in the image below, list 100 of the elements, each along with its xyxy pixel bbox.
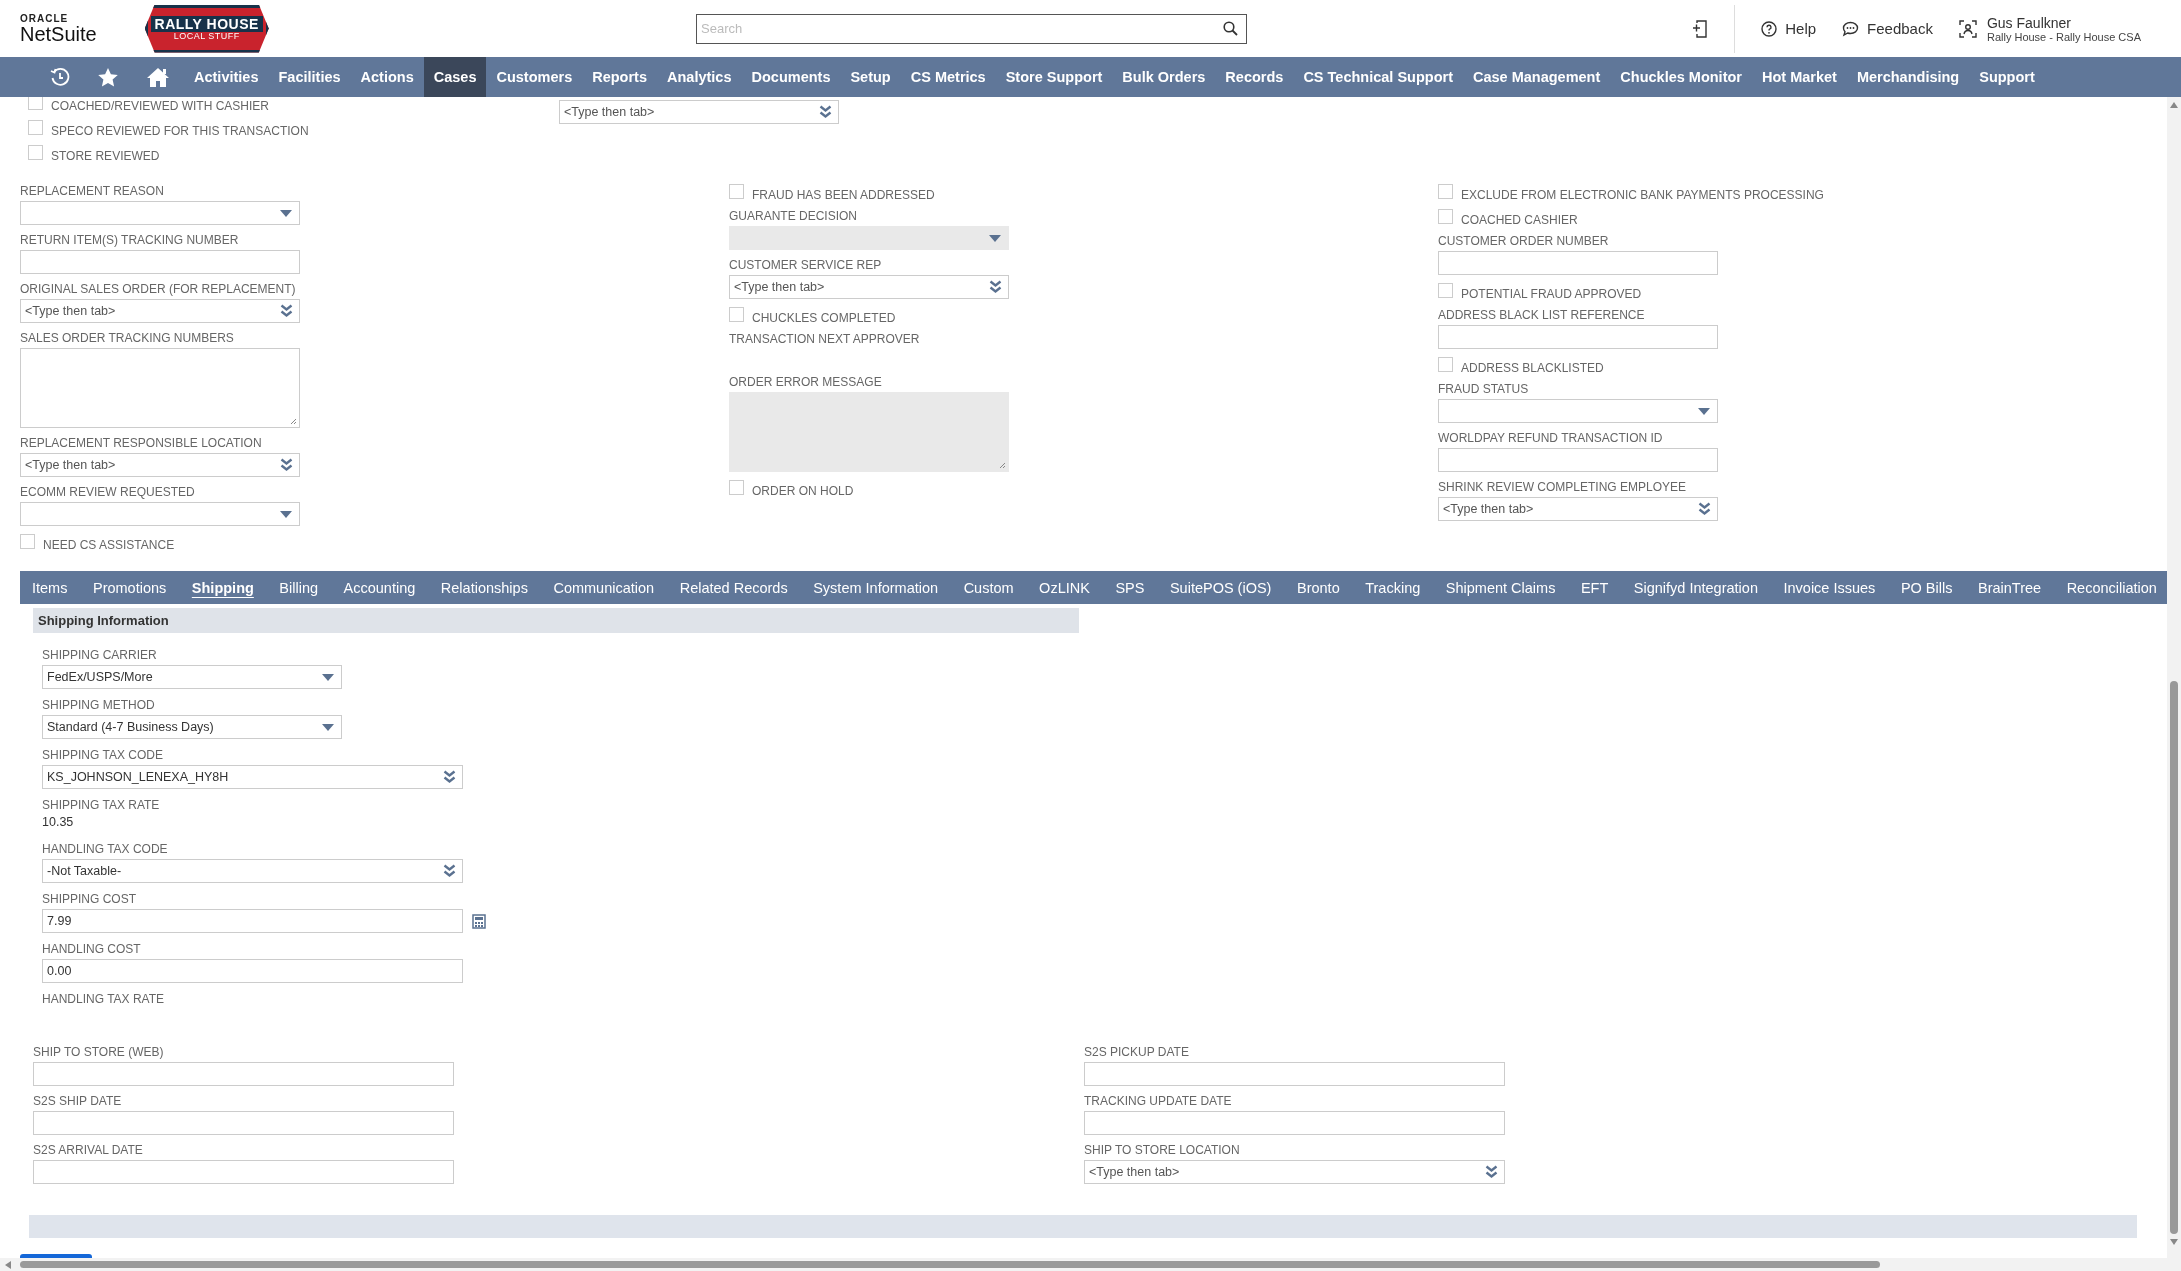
field-label: GUARANTE DECISION [729, 208, 858, 225]
nav-menu-item[interactable]: Documents [741, 57, 841, 97]
subtab[interactable]: Reconciliation [2062, 579, 2161, 596]
subtab[interactable]: Custom [959, 579, 1018, 596]
nav-menu-item[interactable]: Store Support [995, 57, 1113, 97]
lookup-field[interactable]: -Not Taxable- [42, 859, 463, 883]
field-placeholder: <Type then tab> [1443, 502, 1534, 516]
subtab[interactable]: Shipment Claims [1441, 579, 1560, 596]
lookup-field[interactable]: <Type then tab> [729, 275, 1009, 299]
checkbox-label: COACHED CASHIER [1461, 212, 1578, 227]
field-label: FRAUD STATUS [1438, 381, 1530, 398]
input-field[interactable]: 7.99 [42, 909, 463, 933]
field-label: RETURN ITEM(S) TRACKING NUMBER [20, 232, 240, 249]
field-label: SHRINK REVIEW COMPLETING EMPLOYEE [1438, 479, 1688, 496]
nav-menu-item[interactable]: Merchandising [1846, 57, 1970, 97]
field-placeholder: <Type then tab> [1089, 1165, 1180, 1179]
dropdown-field[interactable]: Standard (4-7 Business Days) [42, 715, 342, 739]
lookup-field[interactable]: KS_JOHNSON_LENEXA_HY8H [42, 765, 463, 789]
rally-house-logo[interactable]: RALLY HOUSE LOCAL STUFF [144, 4, 269, 53]
subtab[interactable]: System Information [809, 579, 943, 596]
section-header: Shipping Information [33, 608, 1079, 633]
nav-menu-item[interactable]: CS Technical Support [1293, 57, 1463, 97]
field-label: SHIP TO STORE (WEB) [33, 1044, 165, 1061]
subtab[interactable]: SuitePOS (iOS) [1165, 579, 1276, 596]
field-label: CUSTOMER ORDER NUMBER [1438, 233, 1610, 250]
field-value: 10.35 [42, 815, 75, 831]
field-label: REPLACEMENT REASON [20, 183, 165, 200]
input-field[interactable]: 0.00 [42, 959, 463, 983]
subtab[interactable]: Signifyd Integration [1629, 579, 1762, 596]
subtab[interactable]: Invoice Issues [1779, 579, 1880, 596]
checkbox-label: ADDRESS BLACKLISTED [1461, 360, 1604, 375]
nav-menu-item[interactable]: Case Management [1463, 57, 1611, 97]
nav-menu-item[interactable]: Facilities [268, 57, 351, 97]
checkbox-label: EXCLUDE FROM ELECTRONIC BANK PAYMENTS PROCESSING [1461, 187, 1824, 202]
subtab[interactable]: Billing [275, 579, 323, 596]
field-label: TRACKING UPDATE DATE [1084, 1093, 1233, 1110]
subtab[interactable]: BrainTree [1973, 579, 2046, 596]
checkbox-label: SPECO REVIEWED FOR THIS TRANSACTION [51, 123, 309, 138]
field-label: TRANSACTION NEXT APPROVER [729, 331, 921, 348]
subtab[interactable]: PO Bills [1896, 579, 1957, 596]
lookup-field[interactable]: <Type then tab> [1438, 497, 1718, 521]
field-label: CUSTOMER SERVICE REP [729, 257, 883, 274]
field-label: S2S SHIP DATE [33, 1093, 123, 1110]
field-label: SHIP TO STORE LOCATION [1084, 1142, 1241, 1159]
field-label: SHIPPING CARRIER [42, 647, 158, 664]
subtab[interactable]: SPS [1111, 579, 1149, 596]
user-name[interactable]: Gus Faulkner [1986, 14, 2141, 31]
field-label: SHIPPING METHOD [42, 697, 156, 714]
help-button[interactable]: Help [1761, 20, 1817, 37]
field-value: -Not Taxable- [47, 864, 122, 878]
field-placeholder: <Type then tab> [734, 280, 825, 294]
checkbox-label: POTENTIAL FRAUD APPROVED [1461, 286, 1642, 301]
subtab[interactable]: Promotions [88, 579, 171, 596]
checkbox-label: STORE REVIEWED [51, 148, 160, 163]
feedback-button[interactable]: Feedback [1842, 20, 1933, 37]
nav-menu-item[interactable]: Customers [486, 57, 583, 97]
field-label: ECOMM REVIEW REQUESTED [20, 484, 196, 501]
subtab[interactable]: Bronto [1292, 579, 1344, 596]
subtab[interactable]: Accounting [339, 579, 420, 596]
subtab[interactable]: Related Records [675, 579, 792, 596]
field-label: REPLACEMENT RESPONSIBLE LOCATION [20, 435, 263, 452]
nav-menu-item[interactable]: Setup [840, 57, 901, 97]
field-label: S2S ARRIVAL DATE [33, 1142, 144, 1159]
nav-menu-item[interactable]: Records [1215, 57, 1294, 97]
nav-menu-item[interactable]: Reports [582, 57, 657, 97]
user-role[interactable]: Rally House - Rally House CSA [1986, 30, 2141, 43]
checkbox-label: ORDER ON HOLD [752, 483, 854, 498]
field-value: 0.00 [47, 964, 72, 978]
field-value: Standard (4-7 Business Days) [47, 720, 214, 734]
subtab[interactable]: Shipping [187, 579, 258, 596]
nav-menu-item[interactable]: Chuckles Monitor [1610, 57, 1752, 97]
nav-menu-item[interactable]: Cases [423, 57, 487, 97]
subtab[interactable]: EFT [1576, 579, 1613, 596]
field-value: KS_JOHNSON_LENEXA_HY8H [47, 770, 229, 784]
field-label: SALES ORDER TRACKING NUMBERS [20, 330, 235, 347]
nav-menu-item[interactable]: Bulk Orders [1112, 57, 1216, 97]
field-label: ADDRESS BLACK LIST REFERENCE [1438, 307, 1646, 324]
nav-menu-item[interactable]: Analytics [657, 57, 742, 97]
nav-menu-item[interactable]: Support [1969, 57, 2045, 97]
nav-menu-item[interactable]: Actions [350, 57, 424, 97]
lookup-field[interactable]: <Type then tab> [559, 100, 839, 124]
subtab[interactable]: Relationships [436, 579, 532, 596]
lookup-field[interactable]: <Type then tab> [20, 299, 300, 323]
dropdown-field[interactable]: FedEx/USPS/More [42, 665, 342, 689]
field-value: 7.99 [47, 914, 72, 928]
lookup-field[interactable]: <Type then tab> [20, 453, 300, 477]
field-label: ORDER ERROR MESSAGE [729, 374, 883, 391]
lookup-field[interactable]: <Type then tab> [1084, 1160, 1505, 1184]
nav-menu-item[interactable]: Hot Market [1751, 57, 1847, 97]
field-placeholder: <Type then tab> [25, 304, 116, 318]
nav-menu-item[interactable]: Activities [184, 57, 269, 97]
subtab[interactable]: Tracking [1361, 579, 1425, 596]
field-label: SHIPPING COST [42, 891, 137, 908]
field-label: HANDLING TAX RATE [42, 991, 166, 1008]
checkbox-label: COACHED/REVIEWED WITH CASHIER [51, 98, 269, 113]
nav-menu-item[interactable]: CS Metrics [900, 57, 996, 97]
subtab[interactable]: Items [28, 579, 72, 596]
subtab[interactable]: Communication [549, 579, 659, 596]
field-label: SHIPPING TAX CODE [42, 747, 164, 764]
subtab[interactable]: OzLINK [1035, 579, 1094, 596]
